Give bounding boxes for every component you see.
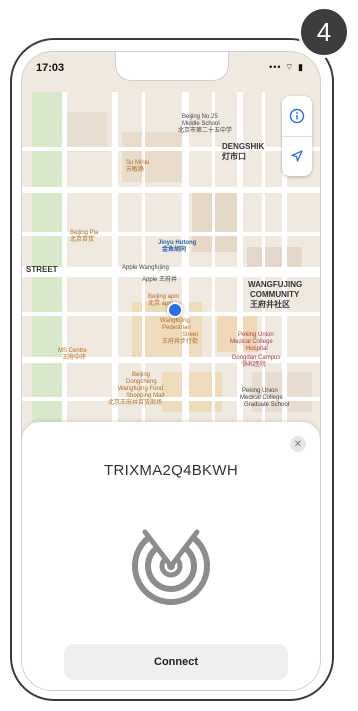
map-label-beijing-pia: Beijing Pia bbox=[70, 230, 99, 236]
map-label-shopping-cn: 北京王府井百货商场 bbox=[108, 400, 163, 406]
map-label-street2-cn: 王府井步行街 bbox=[162, 339, 199, 345]
phone-notch bbox=[115, 52, 229, 81]
map-label-pedestrian: Pedestrian bbox=[162, 325, 191, 331]
map-label-hospital: Hospital bbox=[246, 346, 268, 352]
info-icon bbox=[289, 108, 305, 124]
map-label-food: Wangfujing Food bbox=[118, 386, 164, 392]
map-label-wangfujing: WANGFUJING bbox=[248, 280, 303, 289]
connect-button[interactable]: Connect bbox=[64, 644, 288, 680]
map-label-community-cn: 王府井社区 bbox=[250, 300, 290, 309]
map-label-medical-college: Medical College bbox=[230, 339, 273, 345]
map-label-medical-college2: Medical College bbox=[240, 395, 283, 401]
device-sheet: ✕ TRIXMA2Q4BKWH Connect bbox=[22, 422, 320, 690]
radar-icon bbox=[132, 526, 210, 605]
map-label-peking-union: Peking Union bbox=[238, 332, 274, 338]
phone-screen: 17:03 ••• ⌔ ▮ Beijing No.25 Middle Schoo… bbox=[22, 52, 320, 690]
location-arrow-icon bbox=[291, 150, 303, 162]
map-label-su-minlu-cn: 苏敏路 bbox=[126, 167, 145, 173]
map-label-school-cn: 北京市第二十五中学 bbox=[178, 128, 233, 134]
map-label-dengshik: DENGSHIK bbox=[222, 142, 265, 151]
map-label-shopping: Shopping Mall bbox=[126, 393, 165, 399]
map-label-apple: Apple Wangfujing bbox=[122, 265, 169, 271]
current-location-dot bbox=[167, 302, 183, 318]
map-label-dengshik-cn: 灯市口 bbox=[222, 152, 246, 161]
map-label-jinyu: Jinyu Hutong bbox=[158, 240, 197, 246]
map-label-ms-centre: MS Centre bbox=[58, 348, 87, 354]
map-controls bbox=[282, 96, 312, 176]
status-time: 17:03 bbox=[36, 62, 65, 74]
map-label-street: STREET bbox=[26, 265, 58, 274]
device-name: TRIXMA2Q4BKWH bbox=[104, 462, 238, 479]
map-label-su-minlu: Su Minlu bbox=[126, 160, 150, 166]
map-label-street2: Street bbox=[182, 332, 199, 338]
status-icons: ••• ⌔ ▮ bbox=[269, 62, 304, 72]
map-label-hospital-cn: 协和医院 bbox=[242, 362, 267, 368]
map-label-ms-centre-cn: 王府中环 bbox=[62, 355, 87, 361]
map-label-community: COMMUNITY bbox=[250, 290, 300, 299]
step-badge: 4 bbox=[298, 6, 350, 58]
map-label-peking-union2: Peking Union bbox=[242, 388, 278, 394]
map-label-beijing-dc: Beijing bbox=[132, 372, 151, 378]
map-label-dongsheng: Dongcheng bbox=[126, 379, 157, 385]
map-label-school: Beijing No.25 bbox=[182, 114, 218, 120]
map-label-graduate: Graduate School bbox=[244, 402, 290, 408]
map-label-jinyu-cn: 金鱼胡同 bbox=[162, 247, 187, 253]
map-label-school2: Middle School bbox=[182, 121, 220, 127]
map-label-apm: Beijing apm bbox=[148, 294, 180, 300]
instruction-frame: 4 17:03 ••• ⌔ ▮ Beijing No.25 Middle Sch… bbox=[0, 0, 358, 711]
map-view[interactable]: Beijing No.25 Middle School 北京市第二十五中学 DE… bbox=[22, 52, 320, 432]
map-label-dongdan: Dongdan Campus bbox=[232, 355, 281, 361]
map-locate-button[interactable] bbox=[282, 136, 312, 176]
map-label-wfj-ped: Wangfujing bbox=[160, 318, 190, 324]
map-label-apple-cn: Apple 王府井 bbox=[142, 277, 178, 283]
map-label-beijing-pia-cn: 北京百货 bbox=[70, 237, 95, 243]
close-button[interactable]: ✕ bbox=[290, 436, 306, 452]
map-info-button[interactable] bbox=[282, 96, 312, 137]
